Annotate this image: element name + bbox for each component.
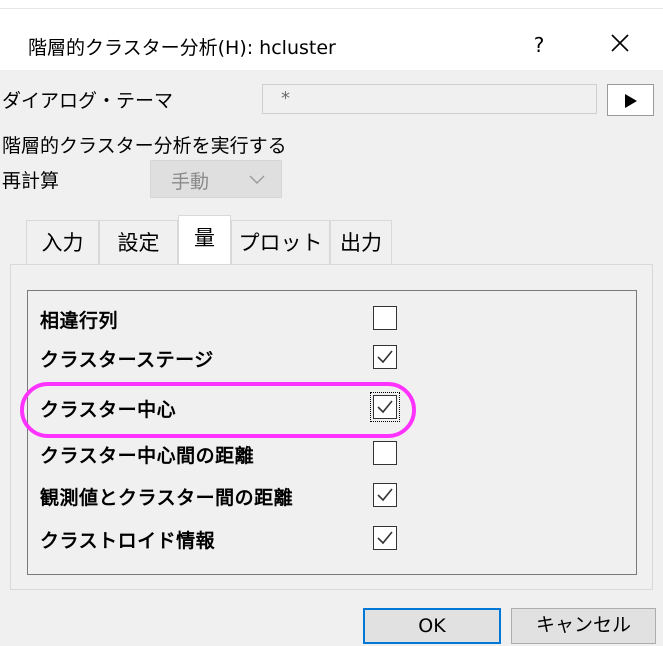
checkmark-icon	[377, 488, 393, 502]
clustroid-info-checkbox[interactable]	[373, 526, 397, 550]
option-label-distance-observations-clusters: 観測値とクラスター間の距離	[40, 487, 294, 509]
cancel-button[interactable]: キャンセル	[511, 608, 656, 644]
window-title: 階層的クラスター分析(H): hcluster	[28, 37, 336, 59]
distance-observations-clusters-checkbox[interactable]	[373, 483, 397, 507]
dialog-theme-menu-button[interactable]	[607, 84, 654, 116]
recalculate-label: 再計算	[2, 170, 60, 192]
dissimilarity-matrix-checkbox[interactable]	[373, 306, 397, 330]
tab-settings[interactable]: 設定	[99, 220, 178, 265]
dialog-theme-label: ダイアログ・テーマ	[2, 90, 174, 112]
tab-input[interactable]: 入力	[26, 220, 99, 265]
close-icon	[611, 34, 629, 52]
checkmark-icon	[377, 350, 393, 364]
recalculate-value: 手動	[171, 171, 210, 193]
annotation-highlight	[20, 382, 416, 438]
distance-between-cluster-centers-checkbox[interactable]	[373, 441, 397, 465]
option-label-distance-between-cluster-centers: クラスター中心間の距離	[40, 445, 255, 467]
option-label-cluster-stages: クラスターステージ	[40, 349, 214, 371]
option-label-dissimilarity-matrix: 相違行列	[40, 310, 119, 332]
ok-button[interactable]: OK	[363, 608, 501, 644]
cluster-stages-checkbox[interactable]	[373, 345, 397, 369]
checkmark-icon	[377, 531, 393, 545]
play-arrow-icon	[625, 94, 637, 108]
description-text: 階層的クラスター分析を実行する	[2, 135, 287, 157]
option-label-clustroid-info: クラストロイド情報	[40, 530, 216, 552]
help-button[interactable]: ?	[524, 30, 554, 60]
dialog-theme-field[interactable]: *	[262, 84, 597, 114]
recalculate-select[interactable]: 手動	[150, 160, 282, 198]
tab-output[interactable]: 出力	[330, 220, 392, 265]
tab-plot[interactable]: プロット	[231, 220, 330, 265]
tab-quantities[interactable]: 量	[178, 215, 231, 265]
close-button[interactable]	[600, 26, 640, 62]
top-edge	[0, 0, 663, 9]
chevron-down-icon	[249, 175, 265, 184]
